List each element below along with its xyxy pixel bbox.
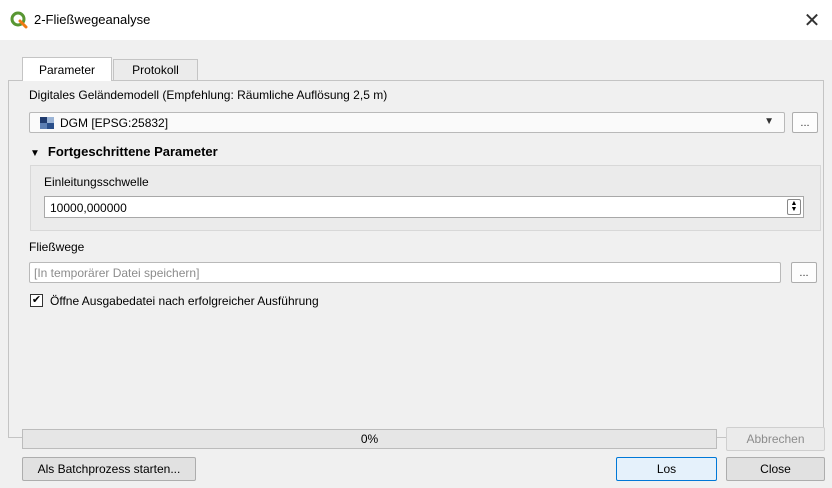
- dem-browse-label: ...: [800, 116, 810, 129]
- close-window-button[interactable]: ✕: [792, 0, 832, 40]
- advanced-parameters-toggle[interactable]: ▼ Fortgeschrittene Parameter: [30, 144, 218, 159]
- progress-bar: 0%: [22, 429, 717, 449]
- raster-layer-icon: [40, 117, 54, 129]
- chevron-down-icon: ▼: [764, 116, 774, 127]
- checkmark-icon: ✔: [31, 294, 42, 306]
- batch-label: Als Batchprozess starten...: [37, 462, 181, 476]
- dem-select[interactable]: DGM [EPSG:25832] ▼: [29, 112, 785, 133]
- spin-down-icon: ▼: [790, 206, 798, 213]
- parameter-panel: [8, 80, 824, 438]
- output-path-field[interactable]: [In temporärer Datei speichern]: [29, 262, 781, 283]
- close-label: Close: [760, 462, 791, 476]
- tab-parameter[interactable]: Parameter: [22, 57, 112, 81]
- dialog-body: Parameter Protokoll Digitales Geländemod…: [0, 40, 832, 488]
- run-label: Los: [656, 462, 677, 476]
- progress-text: 0%: [360, 432, 379, 446]
- output-browse-label: ...: [799, 266, 809, 279]
- spin-arrows-icon[interactable]: ▲ ▼: [787, 199, 801, 215]
- output-placeholder: [In temporärer Datei speichern]: [34, 266, 200, 280]
- tab-protokoll[interactable]: Protokoll: [113, 59, 198, 80]
- close-button[interactable]: Close: [726, 457, 825, 481]
- open-output-checkbox[interactable]: ✔: [30, 294, 43, 307]
- title-bar: 2-Fließwegeanalyse ✕: [0, 0, 832, 40]
- output-label: Fließwege: [29, 240, 85, 254]
- run-button[interactable]: Los: [616, 457, 717, 481]
- dem-label: Digitales Geländemodell (Empfehlung: Räu…: [29, 88, 388, 102]
- cancel-label: Abbrechen: [746, 432, 805, 446]
- collapse-triangle-icon: ▼: [30, 148, 40, 159]
- qgis-icon: [10, 11, 28, 29]
- tab-label: Parameter: [38, 62, 96, 77]
- cancel-button[interactable]: Abbrechen: [726, 427, 825, 451]
- dem-value: DGM [EPSG:25832]: [60, 116, 169, 130]
- batch-process-button[interactable]: Als Batchprozess starten...: [22, 457, 196, 481]
- threshold-spinbox[interactable]: 10000,000000 ▲ ▼: [44, 196, 804, 218]
- close-icon: ✕: [803, 9, 821, 32]
- threshold-value: 10000,000000: [50, 201, 127, 215]
- dem-browse-button[interactable]: ...: [792, 112, 818, 133]
- open-output-label: Öffne Ausgabedatei nach erfolgreicher Au…: [50, 294, 319, 308]
- output-browse-button[interactable]: ...: [791, 262, 817, 283]
- threshold-label: Einleitungsschwelle: [44, 175, 149, 189]
- tab-label: Protokoll: [132, 63, 179, 77]
- window-title: 2-Fließwegeanalyse: [34, 12, 151, 27]
- advanced-header-label: Fortgeschrittene Parameter: [47, 144, 218, 159]
